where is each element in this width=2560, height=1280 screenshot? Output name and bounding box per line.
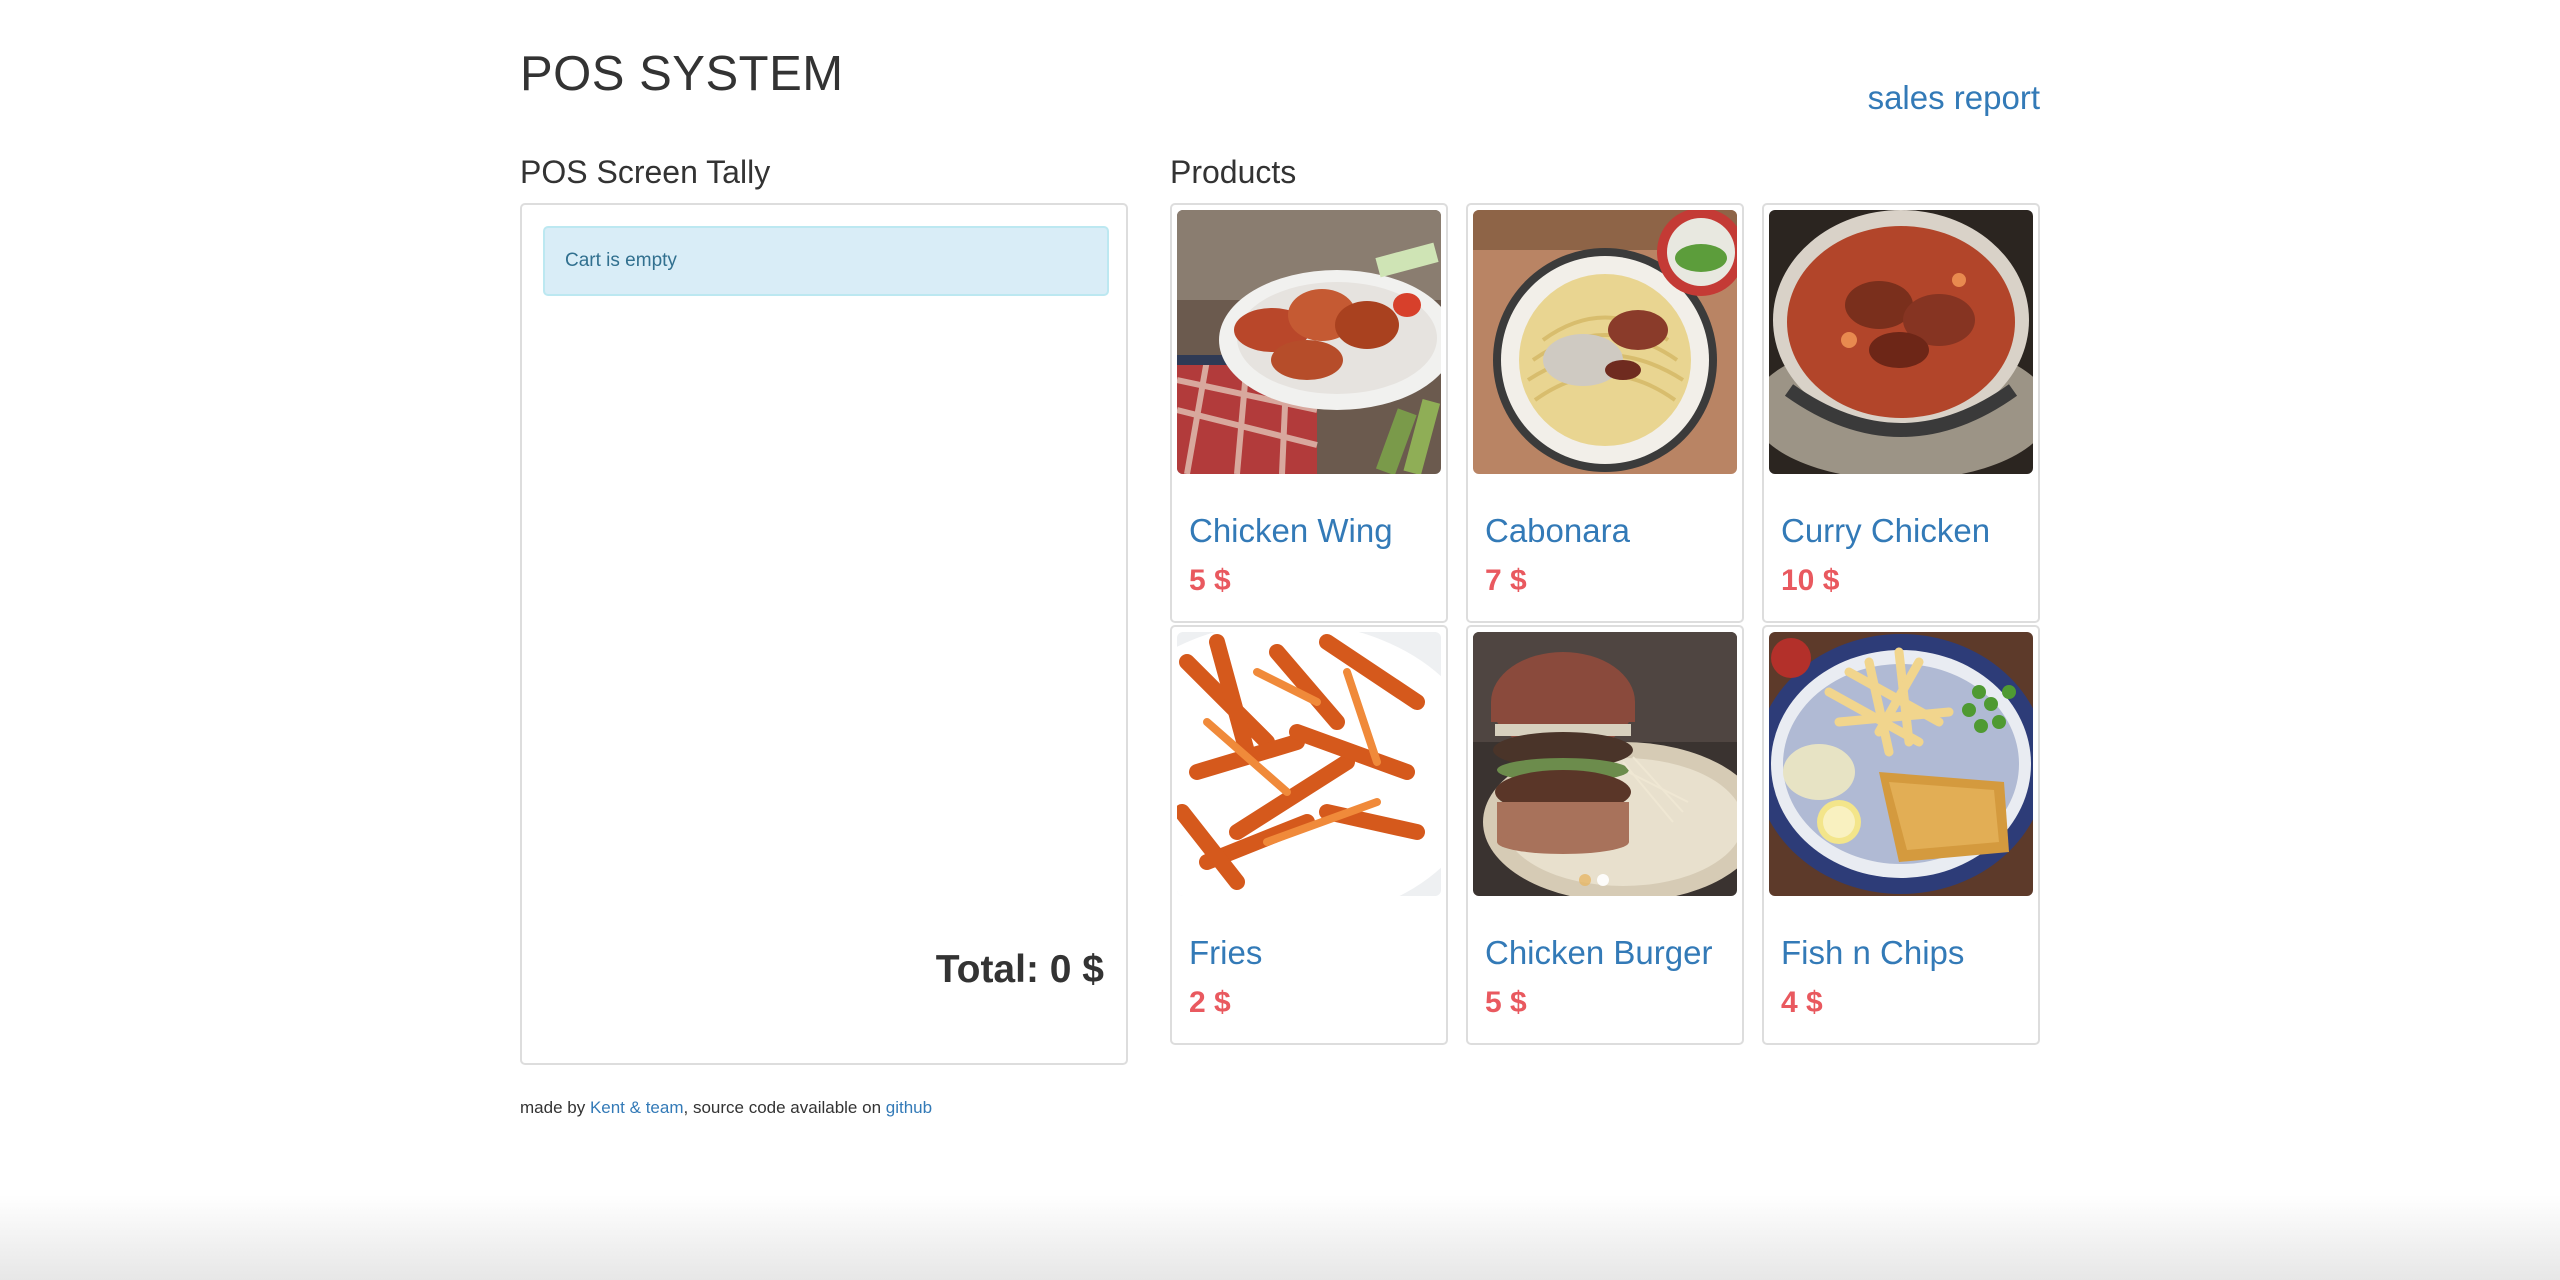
product-card-fish-n-chips[interactable]: Fish n Chips 4 $ [1762, 625, 2040, 1045]
product-name[interactable]: Cabonara [1485, 511, 1630, 551]
chicken-burger-photo[interactable] [1473, 632, 1737, 896]
chicken-wing-photo[interactable] [1177, 210, 1441, 474]
product-price: 4 $ [1781, 986, 1823, 1019]
product-name[interactable]: Chicken Burger [1485, 933, 1712, 973]
app-title: POS SYSTEM [520, 47, 844, 101]
footer-middle: , source code available on [683, 1098, 886, 1117]
sales-report-link[interactable]: sales report [1868, 76, 2040, 120]
product-card-curry-chicken[interactable]: Curry Chicken 10 $ [1762, 203, 2040, 623]
product-name[interactable]: Fish n Chips [1781, 933, 1964, 973]
fish-n-chips-photo[interactable] [1769, 632, 2033, 896]
cart-empty-alert: Cart is empty [543, 226, 1109, 296]
footer: made by Kent & team, source code availab… [520, 1097, 932, 1119]
cart-total: Total: 0 $ [935, 948, 1104, 991]
tally-panel: Cart is empty Total: 0 $ [520, 203, 1128, 1065]
product-price: 7 $ [1485, 564, 1527, 597]
carbonara-photo[interactable] [1473, 210, 1737, 474]
product-name[interactable]: Curry Chicken [1781, 511, 1990, 551]
product-price: 2 $ [1189, 986, 1231, 1019]
product-name[interactable]: Fries [1189, 933, 1262, 973]
footer-prefix: made by [520, 1098, 590, 1117]
products-title: Products [1170, 154, 1297, 190]
tally-title: POS Screen Tally [520, 154, 771, 190]
curry-chicken-photo[interactable] [1769, 210, 2033, 474]
product-price: 5 $ [1485, 986, 1527, 1019]
product-name[interactable]: Chicken Wing [1189, 511, 1393, 551]
product-card-cabonara[interactable]: Cabonara 7 $ [1466, 203, 1744, 623]
fries-photo[interactable] [1177, 632, 1441, 896]
github-link[interactable]: github [886, 1098, 932, 1117]
author-link[interactable]: Kent & team [590, 1098, 684, 1117]
product-price: 5 $ [1189, 564, 1231, 597]
product-card-chicken-burger[interactable]: Chicken Burger 5 $ [1466, 625, 1744, 1045]
product-price: 10 $ [1781, 564, 1840, 597]
pos-page: POS SYSTEM sales report POS Screen Tally… [0, 0, 2560, 1280]
product-card-chicken-wing[interactable]: Chicken Wing 5 $ [1170, 203, 1448, 623]
product-card-fries[interactable]: Fries 2 $ [1170, 625, 1448, 1045]
